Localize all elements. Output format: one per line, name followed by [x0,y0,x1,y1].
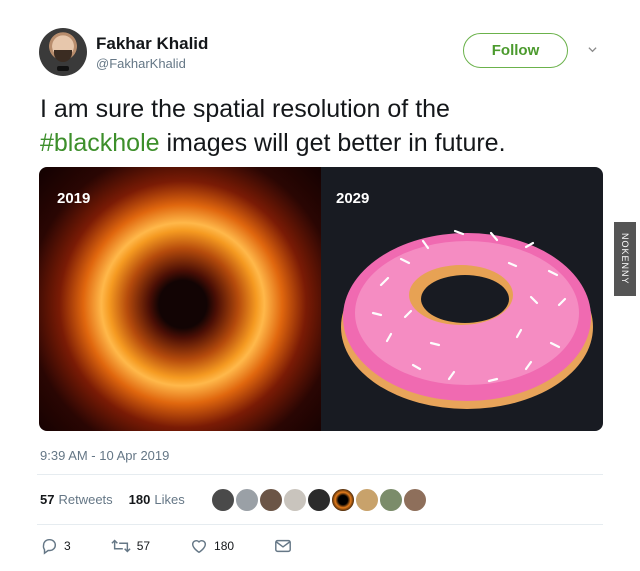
reply-button[interactable]: 3 [40,537,71,555]
hashtag-link[interactable]: #blackhole [40,129,160,157]
liker-avatar[interactable] [282,487,308,513]
envelope-icon [275,539,291,553]
user-handle[interactable]: @FakharKhalid [96,56,186,71]
like-button[interactable]: 180 [190,537,234,555]
year-label-2019: 2019 [57,190,91,207]
tweet-text-after: images will get better in future. [159,129,506,157]
likes-label[interactable]: Likes [154,492,184,507]
like-count: 180 [214,539,235,553]
liker-avatar[interactable] [402,487,428,513]
retweet-button[interactable]: 57 [111,537,150,555]
avatar-bow-tie [57,66,69,71]
liker-avatar[interactable] [378,487,404,513]
liker-avatar[interactable] [258,487,284,513]
divider [37,524,603,525]
liker-avatar[interactable] [354,487,380,513]
donut-image[interactable]: 2029 [321,167,603,431]
tweet-timestamp[interactable]: 9:39 AM - 10 Apr 2019 [40,448,169,463]
tweet-text: I am sure the spatial resolution of the … [40,92,610,160]
engagement-stats: 57 Retweets 180 Likes [40,492,185,507]
retweets-label[interactable]: Retweets [58,492,112,507]
user-avatar[interactable] [39,28,87,76]
blackhole-image[interactable]: 2019 [39,167,321,431]
donut-illustration [341,229,593,409]
watermark: NOKENNY [614,222,636,296]
liker-avatar[interactable] [330,487,356,513]
reply-count: 3 [64,539,71,553]
liker-avatar[interactable] [210,487,236,513]
liker-avatar[interactable] [234,487,260,513]
avatar-beard [54,50,72,62]
liker-avatars [210,487,428,513]
reply-icon [42,538,56,555]
heart-icon [192,540,207,554]
tweet-text-before: I am sure the spatial resolution of the [40,95,450,123]
tweet-media[interactable]: 2019 2029 [39,167,603,431]
retweets-count: 57 [40,492,55,507]
message-button[interactable] [274,538,292,554]
chevron-down-icon[interactable] [588,45,597,54]
follow-button[interactable]: Follow [463,33,568,68]
divider [37,474,603,475]
user-name[interactable]: Fakhar Khalid [96,34,208,54]
likes-count: 180 [128,492,151,507]
retweet-count: 57 [136,539,151,553]
liker-avatar[interactable] [306,487,332,513]
retweet-icon [111,539,131,553]
tweet-actions: 3 57 180 [40,537,292,555]
